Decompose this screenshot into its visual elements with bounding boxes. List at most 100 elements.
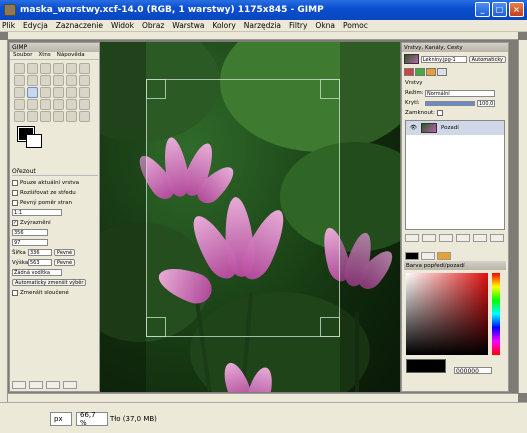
- expand-center-checkbox[interactable]: [12, 189, 18, 196]
- new-layer-icon[interactable]: [405, 234, 419, 242]
- background-color-swatch[interactable]: [26, 134, 42, 148]
- reset-options-icon[interactable]: [63, 381, 77, 389]
- lock-alpha-checkbox[interactable]: [437, 110, 444, 116]
- color-panel-title: Barva popředí/pozadí: [404, 261, 506, 270]
- clone-tool-icon[interactable]: [53, 111, 64, 122]
- bucket-fill-tool-icon[interactable]: [40, 99, 51, 110]
- position-y-input[interactable]: 97: [12, 239, 48, 246]
- save-options-icon[interactable]: [12, 381, 26, 389]
- color-tabs: [404, 251, 506, 261]
- menu-help[interactable]: Pomoc: [343, 21, 368, 30]
- heal-tool-icon[interactable]: [66, 111, 77, 122]
- menu-file[interactable]: Plik: [2, 21, 15, 30]
- menu-colors[interactable]: Kolory: [212, 21, 235, 30]
- menu-select[interactable]: Zaznaczenie: [56, 21, 103, 30]
- foreground-select-tool-icon[interactable]: [14, 75, 25, 86]
- paths-tool-icon[interactable]: [27, 75, 38, 86]
- unit-select[interactable]: px: [50, 412, 72, 426]
- perspective-tool-icon[interactable]: [79, 87, 90, 98]
- airbrush-tool-icon[interactable]: [27, 111, 38, 122]
- tab-layers-icon[interactable]: [404, 68, 414, 76]
- current-layer-only-checkbox[interactable]: [12, 179, 18, 186]
- shrink-merged-checkbox[interactable]: [12, 289, 18, 296]
- fixed-height-button[interactable]: Pevné: [54, 259, 76, 266]
- crop-shade: [340, 42, 400, 392]
- shear-tool-icon[interactable]: [66, 87, 77, 98]
- hex-input[interactable]: 000000: [454, 367, 492, 375]
- color-picker-tool-icon[interactable]: [40, 75, 51, 86]
- width-input[interactable]: 336: [28, 249, 52, 256]
- scale-tool-icon[interactable]: [53, 87, 64, 98]
- pencil-tool-icon[interactable]: [66, 99, 77, 110]
- color-select-tool-icon[interactable]: [66, 63, 77, 74]
- height-input[interactable]: 563: [28, 259, 52, 266]
- raise-layer-icon[interactable]: [422, 234, 436, 242]
- ratio-input[interactable]: 1:1: [12, 209, 62, 216]
- scissors-tool-icon[interactable]: [79, 63, 90, 74]
- menu-layer[interactable]: Warstwa: [172, 21, 204, 30]
- auto-button[interactable]: Automaticky: [468, 55, 506, 63]
- image-select[interactable]: Lekníny.jpg-1: [420, 55, 467, 63]
- vertical-scrollbar[interactable]: [518, 40, 527, 393]
- eraser-tool-icon[interactable]: [14, 111, 25, 122]
- paintbrush-tool-icon[interactable]: [79, 99, 90, 110]
- guides-select[interactable]: Žádná vodítka: [12, 269, 62, 276]
- zoom-tool-icon[interactable]: [53, 75, 64, 86]
- menu-tools[interactable]: Narzędzia: [244, 21, 281, 30]
- toolbox-menu-xtns[interactable]: Xtns: [38, 52, 50, 59]
- auto-shrink-button[interactable]: Automaticky zmenšit výběr: [12, 279, 87, 286]
- duplicate-layer-icon[interactable]: [456, 234, 470, 242]
- fixed-width-button[interactable]: Pevné: [54, 249, 76, 256]
- free-select-tool-icon[interactable]: [40, 63, 51, 74]
- ink-tool-icon[interactable]: [40, 111, 51, 122]
- toolbox-panel: GIMP Soubor Xtns Nápověda Ořezout Pouze …: [9, 42, 100, 392]
- palette-tab-icon[interactable]: [437, 252, 451, 260]
- eye-icon[interactable]: 👁: [410, 125, 417, 131]
- blend-tool-icon[interactable]: [53, 99, 64, 110]
- text-tool-icon[interactable]: [27, 99, 38, 110]
- crop-tool-icon[interactable]: [27, 87, 38, 98]
- opacity-input[interactable]: 100,0: [477, 99, 495, 107]
- highlight-checkbox[interactable]: ✓: [12, 219, 18, 226]
- close-button[interactable]: ×: [509, 2, 524, 17]
- saturation-value-picker[interactable]: [406, 273, 488, 355]
- toolbox-menu-help[interactable]: Nápověda: [57, 52, 85, 59]
- menu-windows[interactable]: Okna: [315, 21, 335, 30]
- menu-image[interactable]: Obraz: [142, 21, 164, 30]
- menu-view[interactable]: Widok: [111, 21, 134, 30]
- horizontal-scrollbar[interactable]: [8, 393, 518, 402]
- menu-edit[interactable]: Edycja: [23, 21, 48, 30]
- toolbox-menu-file[interactable]: Soubor: [13, 52, 32, 59]
- color-wheel-tab-icon[interactable]: [421, 252, 435, 260]
- tab-channels-icon[interactable]: [415, 68, 425, 76]
- menu-filters[interactable]: Filtry: [289, 21, 307, 30]
- minimize-button[interactable]: _: [475, 2, 490, 17]
- maximize-button[interactable]: □: [492, 2, 507, 17]
- delete-options-icon[interactable]: [46, 381, 60, 389]
- ellipse-select-tool-icon[interactable]: [27, 63, 38, 74]
- position-x-input[interactable]: 356: [12, 229, 48, 236]
- color-tab-icon[interactable]: [405, 252, 419, 260]
- fixed-ratio-checkbox[interactable]: [12, 199, 18, 206]
- hue-slider[interactable]: [492, 273, 500, 355]
- layer-row[interactable]: 👁 Pozadí: [406, 121, 504, 135]
- smudge-tool-icon[interactable]: [79, 111, 90, 122]
- move-tool-icon[interactable]: [79, 75, 90, 86]
- tab-undo-icon[interactable]: [437, 68, 447, 76]
- measure-tool-icon[interactable]: [66, 75, 77, 86]
- mode-select[interactable]: Normální: [425, 89, 495, 97]
- delete-layer-icon[interactable]: [490, 234, 504, 242]
- align-tool-icon[interactable]: [14, 87, 25, 98]
- restore-options-icon[interactable]: [29, 381, 43, 389]
- layer-buttons: [402, 232, 508, 244]
- image-canvas[interactable]: [100, 42, 400, 392]
- lower-layer-icon[interactable]: [439, 234, 453, 242]
- flip-tool-icon[interactable]: [14, 99, 25, 110]
- anchor-layer-icon[interactable]: [473, 234, 487, 242]
- zoom-select[interactable]: 66,7 %: [76, 411, 108, 427]
- tab-paths-icon[interactable]: [426, 68, 436, 76]
- rect-select-tool-icon[interactable]: [14, 63, 25, 74]
- rotate-tool-icon[interactable]: [40, 87, 51, 98]
- fuzzy-select-tool-icon[interactable]: [53, 63, 64, 74]
- opacity-slider[interactable]: [425, 100, 475, 106]
